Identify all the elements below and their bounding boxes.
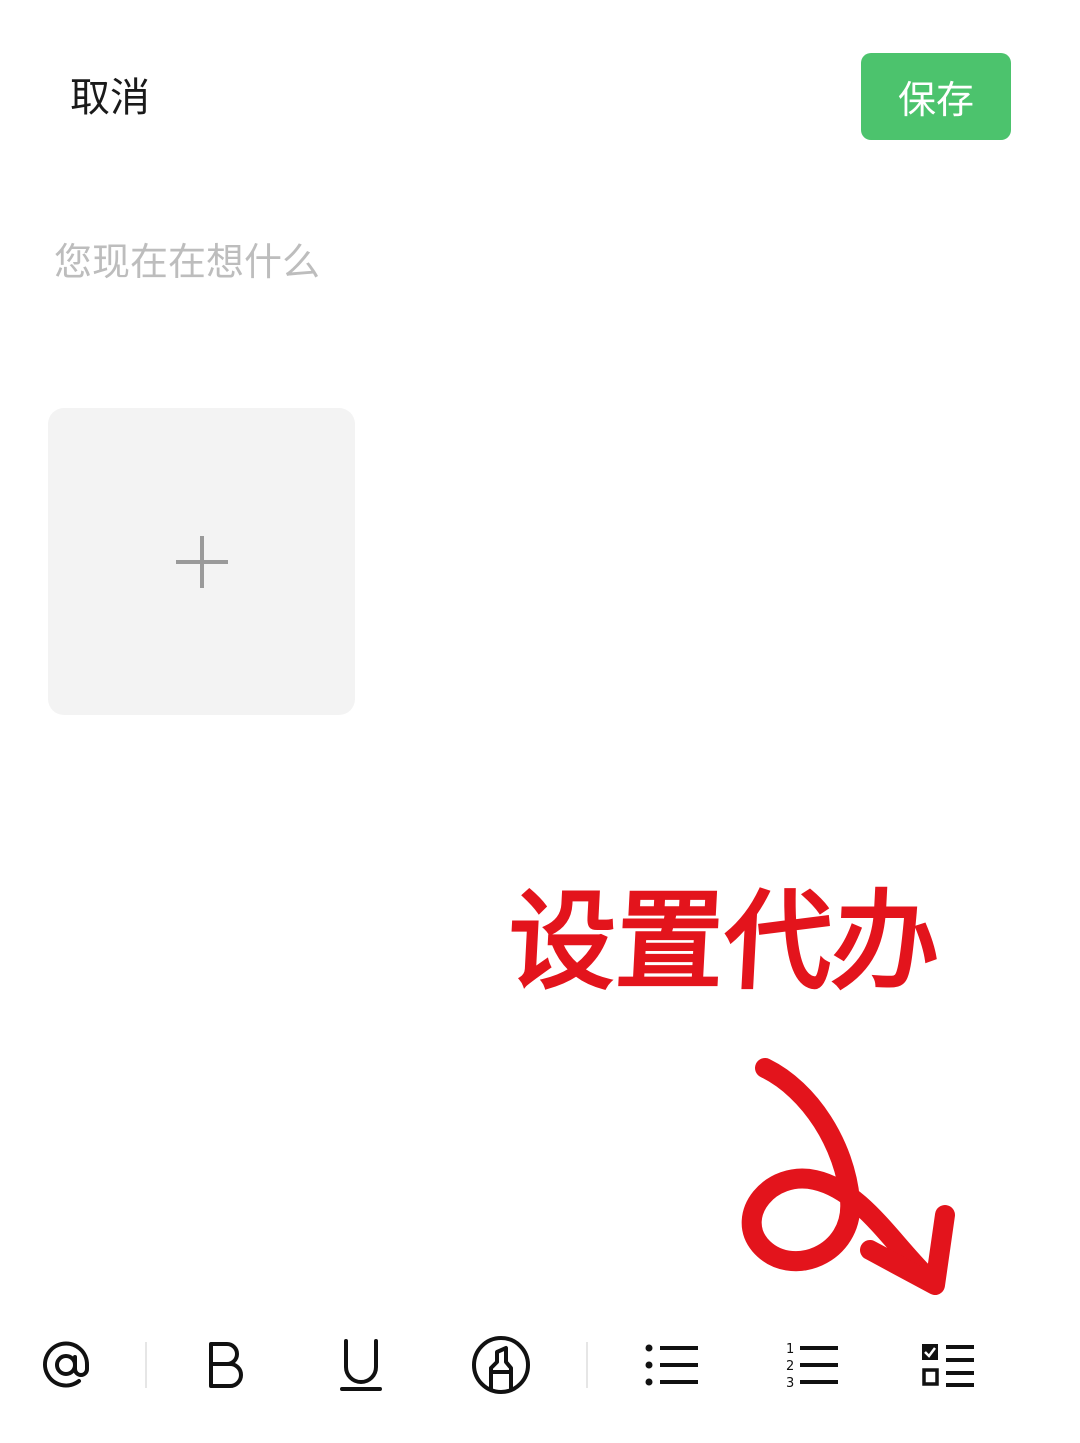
svg-text:1: 1 <box>786 1342 794 1357</box>
plus-icon <box>175 535 228 588</box>
highlight-button[interactable] <box>468 1320 534 1410</box>
numbered-list-button[interactable]: 1 2 3 <box>780 1320 844 1410</box>
bold-button[interactable] <box>195 1320 257 1410</box>
content-input[interactable]: 您现在在想什么 <box>54 232 1014 292</box>
add-image-button[interactable] <box>48 408 355 715</box>
format-toolbar: 1 2 3 <box>0 1320 1080 1410</box>
at-icon <box>43 1341 90 1388</box>
bullet-list-icon <box>645 1344 698 1386</box>
note-editor-screen: 取消 保存 您现在在想什么 设置代办 1 2 3 <box>0 0 1080 1443</box>
checklist-icon <box>922 1344 974 1387</box>
mention-button[interactable] <box>35 1320 97 1410</box>
toolbar-separator <box>145 1342 147 1388</box>
bullet-list-button[interactable] <box>640 1320 704 1410</box>
underline-button[interactable] <box>330 1320 392 1410</box>
toolbar-separator <box>586 1342 588 1388</box>
annotation-label: 设置代办 <box>504 880 944 1005</box>
annotation-arrow-icon <box>741 1058 955 1295</box>
underline-icon <box>340 1339 382 1391</box>
svg-text:3: 3 <box>786 1376 794 1390</box>
bold-icon <box>209 1342 243 1388</box>
cancel-button[interactable]: 取消 <box>70 70 150 126</box>
svg-text:2: 2 <box>786 1359 794 1374</box>
save-button[interactable]: 保存 <box>861 53 1011 140</box>
todo-list-button[interactable] <box>918 1320 978 1410</box>
highlighter-icon <box>472 1336 530 1394</box>
numbered-list-icon: 1 2 3 <box>786 1342 838 1390</box>
